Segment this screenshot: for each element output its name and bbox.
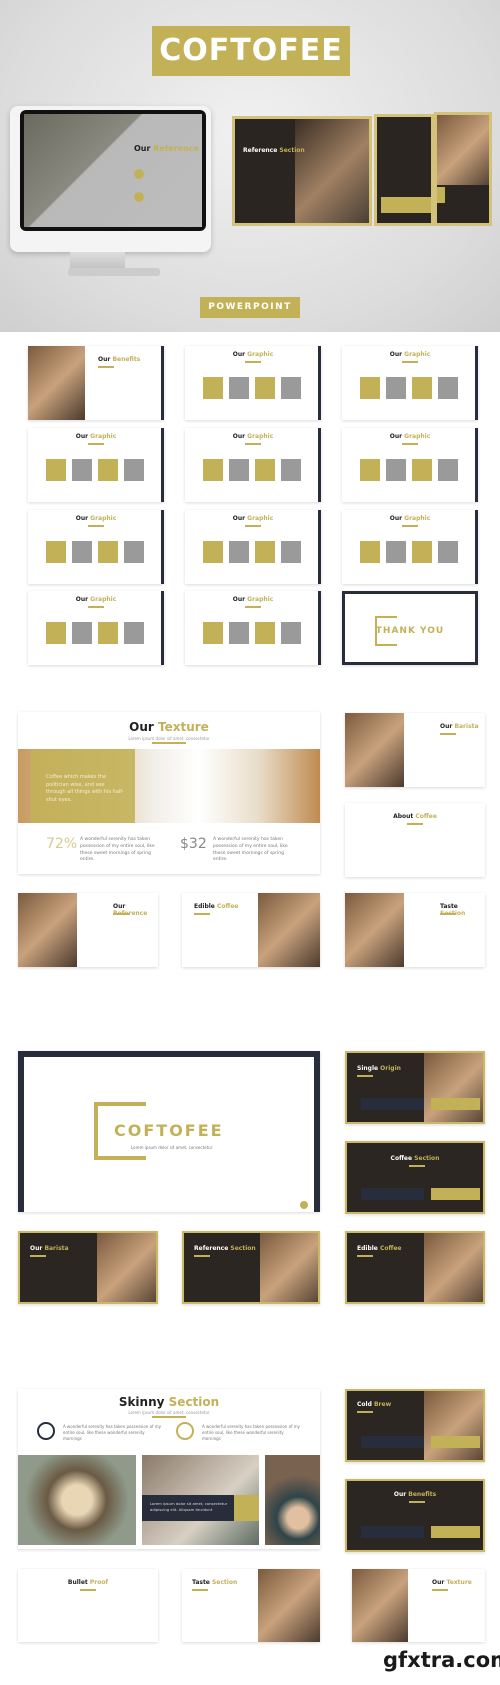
slide-title: Edible Coffee [194,903,239,910]
slide-title: Our Benefits [393,1491,437,1498]
monitor-mockup: Our Reference [10,106,211,252]
slide-thumbnail[interactable]: Our Graphic [342,428,478,502]
floating-slide: Reference Section [232,116,372,226]
slide-thumbnail[interactable]: Edible Coffee [345,1231,485,1304]
slide-title: Our Graphic [389,515,431,522]
slide-thumbnail[interactable]: Bullet Proof [18,1569,158,1642]
texture-slide: Our Texture Lorem ipsum dolor sit amet, … [18,712,320,874]
hero-banner: COFTOFEE Our Reference Reference Section… [0,0,500,332]
slide-thumbnail[interactable]: Our Graphic [185,591,321,665]
slide-title: Our [134,144,151,153]
cover-slide: COFTOFEE Lorem ipsum dolor sit amet, con… [18,1051,320,1212]
slide-title: Our Barista [440,723,479,730]
slide-title: Cold Brew [357,1401,392,1408]
slide-thumbnail[interactable]: Edible Coffee [182,893,320,967]
slide-title: THANK YOU [375,626,445,636]
slide-thumbnail[interactable]: Our Reference [18,893,158,967]
slide-thumbnail[interactable]: Our Graphic [28,591,164,665]
slide-thumbnail[interactable]: Our Benefits [345,1479,485,1552]
powerpoint-button[interactable]: POWERPOINT [200,297,300,318]
stat-percent: 72% [46,836,78,852]
slide-title: Our Benefits [98,356,141,363]
slide-thumbnail[interactable]: Our Graphic [185,428,321,502]
slide-thumbnail[interactable]: Single Origin [345,1051,485,1124]
slide-title: Our Graphic [75,515,117,522]
slide-title: Our Graphic [75,433,117,440]
skinny-slide: Skinny Section Lorem ipsum dolor sit ame… [18,1389,320,1549]
slide-thumbnail[interactable]: Our Graphic [185,346,321,420]
watermark: gfxtra.com [383,1648,500,1672]
slide-thumbnail[interactable]: Reference Section [182,1231,320,1304]
slide-thumbnail[interactable]: THANK YOU [342,591,478,665]
slide-thumbnail[interactable]: Our Graphic [342,346,478,420]
monitor-slide: Our Reference [24,114,202,227]
slide-title: Taste Section [192,1579,238,1586]
slide-title: Our Graphic [232,351,274,358]
product-title: COFTOFEE [152,26,350,76]
slide-title: Our Graphic [232,596,274,603]
stat-price: $32 [180,836,207,852]
slide-title: Coffee Section [390,1155,440,1162]
slide-thumbnail[interactable]: Our Graphic [185,510,321,584]
slide-title: Our Graphic [389,433,431,440]
slide-title: Single Origin [357,1065,401,1072]
cover-title: COFTOFEE [114,1121,224,1140]
slide-title: Our Barista [30,1245,69,1252]
slide-thumbnail[interactable]: Coffee Section [345,1141,485,1214]
slide-thumbnail[interactable]: Our Barista [345,713,485,787]
slide-title: Our Texture [432,1579,472,1586]
slide-thumbnail[interactable]: Our Graphic [28,510,164,584]
slide-thumbnail[interactable]: About Coffee [345,803,485,877]
slide-thumbnail[interactable]: Our Benefits [28,346,164,420]
slide-title: About Coffee [393,813,437,820]
slide-thumbnail[interactable]: Taste Section [182,1569,320,1642]
slide-title: Our Graphic [75,596,117,603]
slide-thumbnail[interactable]: Taste Section [345,893,485,967]
slide-thumbnail[interactable]: Our Barista [18,1231,158,1304]
slide-thumbnail[interactable]: Our Texture [352,1569,485,1642]
slide-thumbnail[interactable]: Our Graphic [28,428,164,502]
slide-title: Edible Coffee [357,1245,402,1252]
slide-thumbnail[interactable]: Our Graphic [342,510,478,584]
slide-title: Our Graphic [389,351,431,358]
slide-title: Bullet Proof [67,1579,109,1586]
slide-title: Our Graphic [232,515,274,522]
slide-title: Reference Section [194,1245,256,1252]
slide-thumbnail[interactable]: Cold Brew [345,1389,485,1462]
slide-title: Our Graphic [232,433,274,440]
